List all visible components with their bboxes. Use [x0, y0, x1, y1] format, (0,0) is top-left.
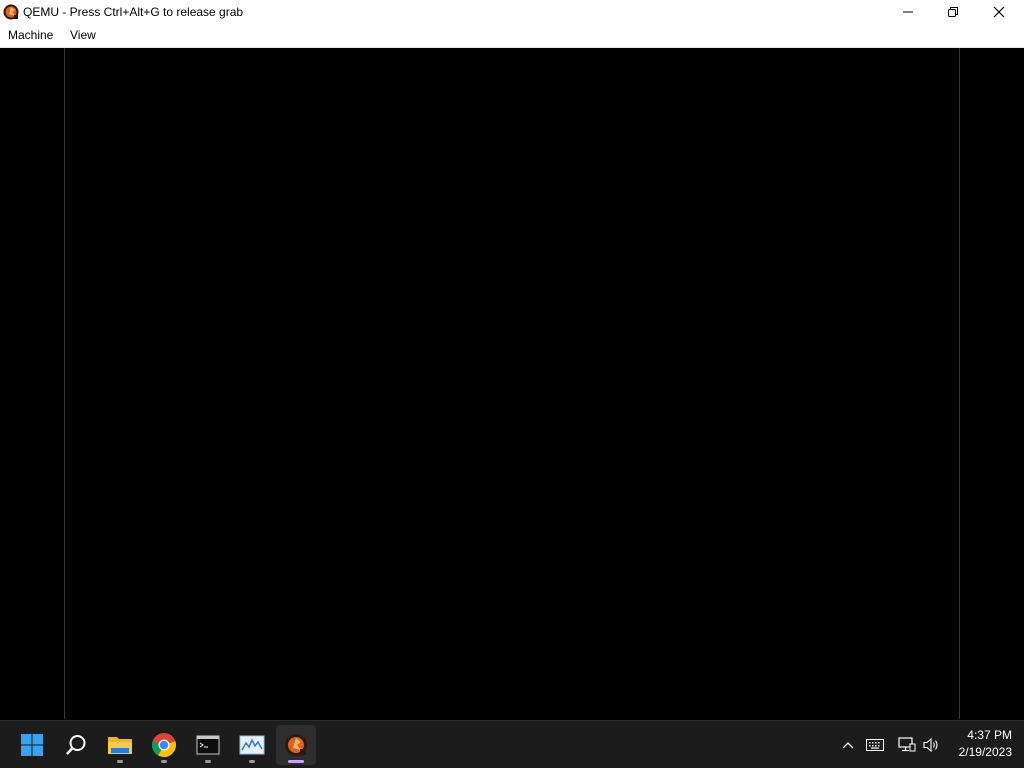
restore-icon: [948, 7, 958, 17]
chrome-icon: [152, 733, 176, 757]
search-icon: [66, 735, 86, 755]
running-indicator: [205, 760, 211, 763]
taskbar-chrome[interactable]: [144, 725, 184, 765]
qemu-icon: [285, 734, 307, 756]
start-icon: [21, 734, 43, 756]
taskbar-terminal[interactable]: [188, 725, 228, 765]
terminal-icon: [196, 735, 220, 755]
window-title: QEMU - Press Ctrl+Alt+G to release grab: [23, 5, 244, 19]
show-hidden-icons-button[interactable]: [838, 735, 858, 755]
close-button[interactable]: [976, 0, 1022, 24]
taskbar-resource-monitor[interactable]: [232, 725, 272, 765]
file-explorer-icon: [108, 737, 132, 754]
volume-icon: [923, 737, 938, 753]
title-bar[interactable]: QEMU - Press Ctrl+Alt+G to release grab: [0, 0, 1024, 24]
taskbar-qemu[interactable]: [276, 725, 316, 765]
minimize-button[interactable]: [885, 0, 931, 24]
taskbar-file-explorer[interactable]: [100, 725, 140, 765]
guest-screen[interactable]: [64, 48, 960, 719]
vm-display-area[interactable]: [0, 48, 1024, 720]
running-indicator: [161, 760, 167, 763]
resource-monitor-icon: [239, 735, 265, 755]
keyboard-button[interactable]: [865, 735, 885, 755]
clock-time: 4:37 PM: [967, 728, 1012, 742]
restore-button[interactable]: [930, 0, 976, 24]
volume-button[interactable]: [922, 735, 942, 755]
clock-date: 2/19/2023: [958, 745, 1012, 759]
active-indicator: [288, 760, 304, 763]
keyboard-icon: [866, 739, 884, 751]
running-indicator: [249, 760, 255, 763]
qemu-icon[interactable]: [3, 4, 19, 20]
clock[interactable]: 4:37 PM 2/19/2023: [948, 727, 1012, 761]
chevron-up-icon: [842, 742, 854, 749]
minimize-icon: [903, 11, 913, 13]
menu-view[interactable]: View: [70, 24, 96, 47]
close-icon: [993, 6, 1005, 18]
menu-bar: Machine View: [0, 24, 1024, 48]
taskbar: 4:37 PM 2/19/2023: [0, 720, 1024, 768]
running-indicator: [117, 760, 123, 763]
search-button[interactable]: [56, 725, 96, 765]
network-icon: [898, 737, 916, 752]
start-button[interactable]: [12, 725, 52, 765]
network-button[interactable]: [897, 735, 917, 755]
menu-machine[interactable]: Machine: [8, 24, 53, 47]
